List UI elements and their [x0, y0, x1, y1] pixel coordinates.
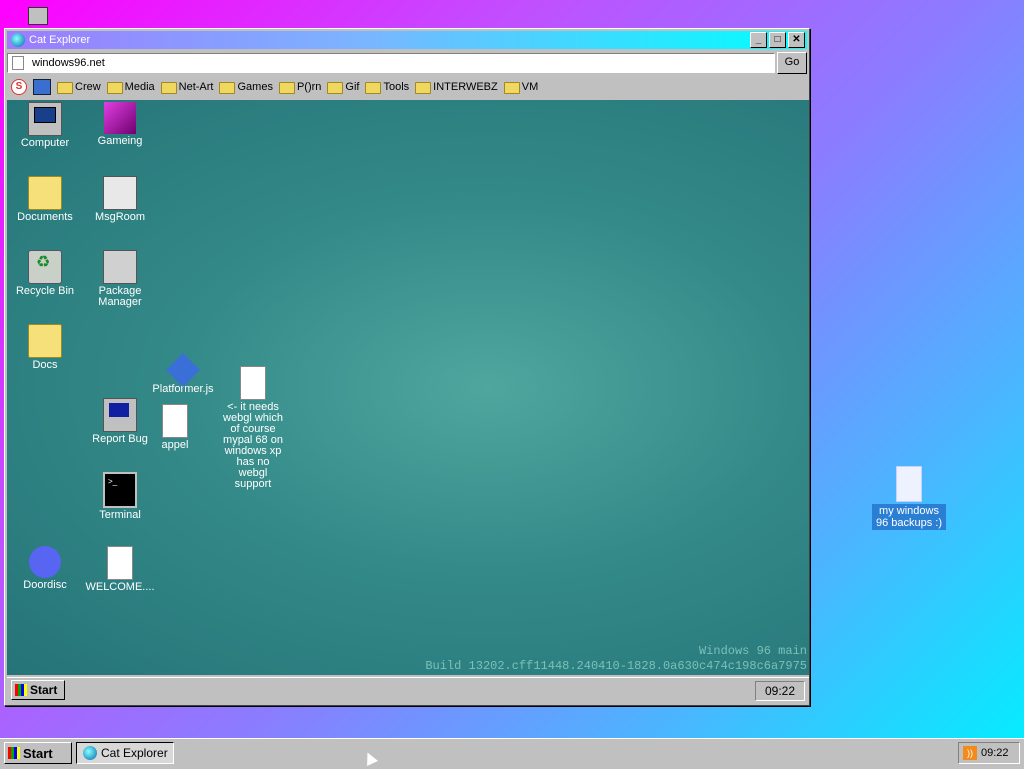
file-icon	[162, 404, 188, 438]
desktop-icon-gameing[interactable]: Gameing	[82, 102, 158, 147]
go-button[interactable]: Go	[777, 52, 807, 74]
folder-icon	[415, 82, 432, 94]
folder-icon	[28, 324, 62, 358]
desktop-file-label: my windows 96 backups :)	[872, 504, 946, 530]
open-folder-icon	[28, 176, 62, 210]
js-diamond-icon	[166, 353, 200, 387]
game-cube-icon	[104, 102, 136, 134]
cat-explorer-window: Cat Explorer _ □ ✕ windows96.net Go S Cr…	[4, 28, 810, 706]
taskbar-item-cat-explorer[interactable]: Cat Explorer	[76, 742, 174, 764]
desktop-icon-appel[interactable]: appel	[137, 404, 213, 451]
close-button[interactable]: ✕	[788, 32, 805, 48]
recycle-bin-icon	[28, 250, 62, 284]
bookmarks-bar: S Crew Media Net-Art Games P()rn Gif Too…	[7, 76, 807, 98]
window-title: Cat Explorer	[29, 34, 91, 46]
os-icon[interactable]	[33, 79, 51, 95]
desktop-icon-doordisc[interactable]: Doordisc	[7, 546, 83, 591]
desktop-icon-note[interactable]: <- it needs webgl which of course mypal …	[215, 366, 291, 490]
address-bar: windows96.net Go	[7, 51, 807, 75]
desktop-icon-welcome[interactable]: WELCOME....	[82, 546, 158, 593]
bookmark-net-art[interactable]: Net-Art	[160, 81, 213, 94]
desktop-icon-terminal[interactable]: Terminal	[82, 472, 158, 521]
folder-icon	[57, 82, 73, 94]
desktop-icon-docs[interactable]: Docs	[7, 324, 83, 371]
browser-viewport-desktop: Computer Gameing Documents MsgRoom Recyc…	[7, 100, 809, 675]
folder-icon	[219, 82, 236, 94]
chat-icon	[103, 176, 137, 210]
file-icon	[240, 366, 266, 400]
globe-icon	[83, 746, 97, 760]
inner-clock: 09:22	[755, 681, 805, 701]
discord-icon	[29, 546, 61, 578]
system-tray: )) 09:22	[958, 742, 1020, 764]
computer-icon	[28, 102, 62, 136]
folder-icon	[278, 82, 295, 94]
bookmark-games[interactable]: Games	[219, 81, 273, 94]
window-titlebar[interactable]: Cat Explorer _ □ ✕	[7, 31, 807, 49]
inner-taskbar: Start 09:22	[7, 677, 809, 704]
windows-logo-icon	[15, 684, 27, 696]
desktop-file-backups[interactable]: my windows 96 backups :)	[872, 466, 946, 530]
folder-icon	[503, 82, 520, 94]
terminal-icon	[103, 472, 137, 508]
folder-icon	[106, 82, 123, 94]
inner-start-button[interactable]: Start	[11, 680, 65, 700]
desktop-icon-recycle-bin[interactable]: Recycle Bin	[7, 250, 83, 297]
address-text: windows96.net	[32, 57, 105, 69]
taskbar-clock: 09:22	[981, 747, 1009, 759]
desktop-icon-platformer[interactable]: Platformer.js	[145, 353, 221, 395]
address-input[interactable]: windows96.net	[7, 53, 775, 73]
desktop-icon-msgroom[interactable]: MsgRoom	[82, 176, 158, 223]
windows-logo-icon	[8, 747, 20, 759]
s-logo-icon[interactable]: S	[11, 79, 27, 95]
bookmark-media[interactable]: Media	[106, 81, 155, 94]
bookmark-tools[interactable]: Tools	[365, 81, 409, 94]
build-watermark-title: Windows 96 main	[698, 644, 807, 658]
taskbar: Start Cat Explorer )) 09:22	[0, 738, 1024, 769]
monitor-icon[interactable]	[28, 7, 48, 25]
markdown-file-icon	[107, 546, 133, 580]
desktop-icon-computer[interactable]: Computer	[7, 102, 83, 149]
folder-icon	[160, 82, 177, 94]
maximize-button[interactable]: □	[769, 32, 786, 48]
minimize-button[interactable]: _	[750, 32, 767, 48]
page-icon	[12, 56, 24, 70]
package-icon	[103, 250, 137, 284]
bookmark-interwebz[interactable]: INTERWEBZ	[415, 81, 498, 94]
bookmark-vm[interactable]: VM	[503, 81, 538, 94]
desktop-icon-package-manager[interactable]: Package Manager	[82, 250, 158, 308]
desktop-icon-documents[interactable]: Documents	[7, 176, 83, 223]
bookmark-crew[interactable]: Crew	[57, 81, 101, 94]
bookmark-gif[interactable]: Gif	[327, 81, 359, 94]
globe-icon	[11, 33, 25, 47]
folder-icon	[365, 82, 382, 94]
rss-icon[interactable]: ))	[963, 746, 977, 760]
start-button[interactable]: Start	[4, 742, 72, 764]
folder-icon	[327, 82, 344, 94]
bookmark-porn[interactable]: P()rn	[278, 81, 321, 94]
build-watermark-version: Build 13202.cff11448.240410-1828.0a630c4…	[425, 659, 807, 673]
bug-report-icon	[103, 398, 137, 432]
file-icon	[896, 466, 922, 502]
